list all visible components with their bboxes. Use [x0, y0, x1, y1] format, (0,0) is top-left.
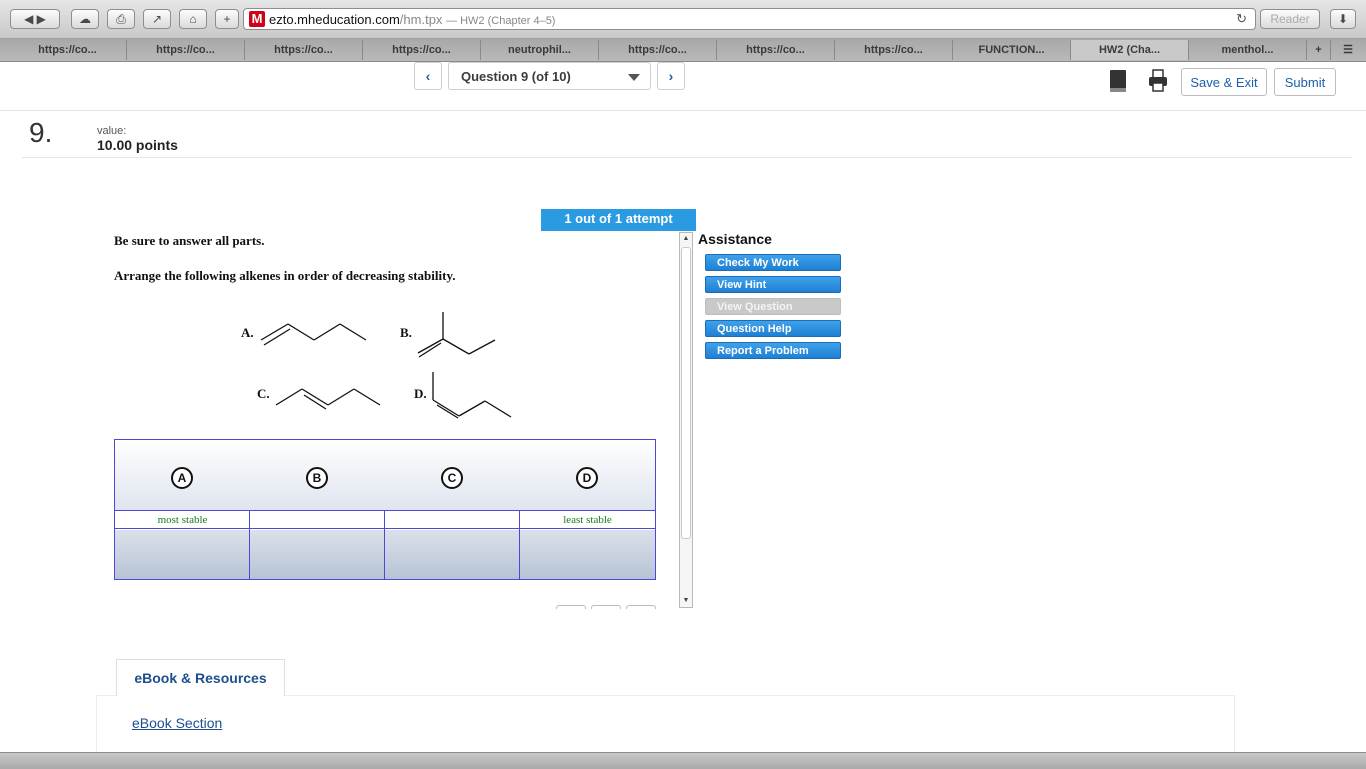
check-my-work-button[interactable]: Check My Work [705, 254, 841, 271]
report-problem-button[interactable]: Report a Problem [705, 342, 841, 359]
browser-status-bar [0, 752, 1366, 769]
print-icon[interactable] [1148, 69, 1168, 93]
reader-button[interactable]: Reader [1260, 9, 1320, 29]
slot-label-2 [250, 511, 385, 529]
hidden-control[interactable] [556, 605, 586, 609]
drop-slot-3[interactable] [385, 530, 520, 579]
molecule-a [260, 323, 367, 346]
scroll-thumb[interactable] [681, 247, 691, 539]
choice-a[interactable]: A [171, 467, 193, 489]
book-icon[interactable] [1108, 69, 1128, 93]
drop-slot-4[interactable] [520, 530, 655, 579]
view-hint-button[interactable]: View Hint [705, 276, 841, 293]
scroll-up-icon[interactable]: ▲ [681, 233, 691, 245]
browser-tab[interactable]: https://co... [835, 40, 953, 60]
downloads-icon[interactable]: ⬇ [1330, 9, 1356, 29]
choice-c[interactable]: C [441, 467, 463, 489]
divider [519, 511, 520, 579]
drop-slot-1[interactable] [115, 530, 250, 579]
browser-tab[interactable]: FUNCTION... [953, 40, 1071, 60]
slot-label-most-stable: most stable [115, 511, 250, 529]
browser-tab[interactable]: https://co... [717, 40, 835, 60]
choice-tray: A B C D [115, 440, 655, 511]
browser-tab[interactable]: HW2 (Cha... [1071, 40, 1189, 60]
divider [384, 511, 385, 579]
drop-slot-2[interactable] [250, 530, 385, 579]
molecule-structures [260, 312, 512, 419]
tab-overview-icon[interactable]: ☰ [1335, 40, 1361, 60]
molecule-c [275, 388, 381, 410]
hidden-control[interactable] [591, 605, 621, 609]
molecule-d [432, 372, 512, 419]
save-exit-button[interactable]: Save & Exit [1181, 68, 1267, 96]
hidden-control[interactable] [626, 605, 656, 609]
tab-ebook-resources[interactable]: eBook & Resources [116, 659, 285, 696]
ranking-table: A B C D most stable least stable [114, 439, 656, 580]
molecule-b [417, 312, 496, 358]
reload-icon[interactable]: ↻ [1236, 11, 1247, 27]
browser-tab[interactable]: menthol... [1189, 40, 1307, 60]
ebook-panel [96, 695, 1235, 755]
question-scrollbar[interactable]: ▲ ▼ [679, 232, 693, 608]
new-tab-icon[interactable]: + [1307, 40, 1331, 60]
slot-label-3 [385, 511, 520, 529]
submit-button[interactable]: Submit [1274, 68, 1336, 96]
choice-d[interactable]: D [576, 467, 598, 489]
question-help-button[interactable]: Question Help [705, 320, 841, 337]
assistance-heading: Assistance [698, 231, 772, 247]
view-question-button: View Question [705, 298, 841, 315]
divider [249, 511, 250, 579]
ebook-section-link[interactable]: eBook Section [132, 715, 222, 731]
scroll-down-icon[interactable]: ▼ [681, 595, 691, 607]
choice-b[interactable]: B [306, 467, 328, 489]
slot-label-least-stable: least stable [520, 511, 655, 529]
